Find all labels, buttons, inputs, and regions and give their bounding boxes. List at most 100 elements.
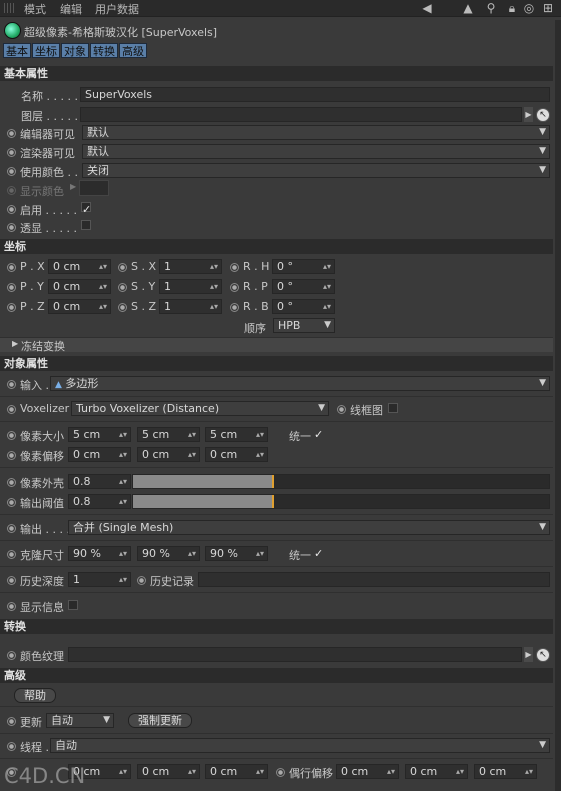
add-icon[interactable]: ⊞ — [541, 1, 555, 15]
pz-field[interactable]: 0 cm ▴▾ — [48, 299, 111, 314]
spin-arrows-icon[interactable]: ▴▾ — [456, 765, 464, 778]
shell-slider[interactable] — [132, 474, 550, 489]
voxel-size-z-field[interactable]: 5 cm ▴▾ — [205, 427, 268, 442]
rh-field[interactable]: 0 ° ▴▾ — [272, 259, 335, 274]
tab-convert[interactable]: 转换 — [90, 43, 118, 58]
layer-arrow-icon[interactable]: ▶ — [524, 107, 533, 122]
output-radio[interactable] — [7, 524, 16, 533]
thread-radio[interactable] — [7, 742, 16, 751]
px-field[interactable]: 0 cm ▴▾ — [48, 259, 111, 274]
tab-basic[interactable]: 基本 — [3, 43, 31, 58]
color-texture-radio[interactable] — [7, 651, 16, 660]
spin-arrows-icon[interactable]: ▴▾ — [210, 260, 218, 273]
sy-field[interactable]: 1 ▴▾ — [159, 279, 222, 294]
spin-arrows-icon[interactable]: ▴▾ — [119, 428, 127, 441]
texture-arrow-icon[interactable]: ▶ — [524, 647, 533, 662]
spin-arrows-icon[interactable]: ▴▾ — [188, 765, 196, 778]
odd-offset-x-field[interactable]: 0 cm ▴▾ — [336, 764, 399, 779]
clone-size-radio[interactable] — [7, 550, 16, 559]
spin-arrows-icon[interactable]: ▴▾ — [119, 495, 127, 508]
rp-field[interactable]: 0 ° ▴▾ — [272, 279, 335, 294]
xray-radio[interactable] — [7, 223, 16, 232]
input-dropdown[interactable]: ▲ 多边形 ▼ — [50, 376, 550, 391]
menu-user-data[interactable]: 用户数据 — [95, 1, 139, 17]
spin-arrows-icon[interactable]: ▴▾ — [188, 428, 196, 441]
tab-coord[interactable]: 坐标 — [32, 43, 60, 58]
render-visible-radio[interactable] — [7, 148, 16, 157]
voxel-size-radio[interactable] — [7, 431, 16, 440]
voxel-offset-x-field[interactable]: 0 cm ▴▾ — [68, 447, 131, 462]
voxelizer-dropdown[interactable]: Turbo Voxelizer (Distance) ▼ — [71, 401, 329, 416]
spin-arrows-icon[interactable]: ▴▾ — [210, 280, 218, 293]
sz-radio[interactable] — [118, 303, 127, 312]
rp-radio[interactable] — [230, 283, 239, 292]
history-depth-field[interactable]: 1 ▴▾ — [68, 572, 131, 587]
spin-arrows-icon[interactable]: ▴▾ — [210, 300, 218, 313]
voxel-offset-y-field[interactable]: 0 cm ▴▾ — [137, 447, 200, 462]
input-radio[interactable] — [7, 380, 16, 389]
layer-field[interactable] — [80, 107, 522, 122]
spin-arrows-icon[interactable]: ▴▾ — [119, 448, 127, 461]
threshold-slider[interactable] — [132, 494, 550, 509]
sy-radio[interactable] — [118, 283, 127, 292]
history-record-field[interactable] — [198, 572, 550, 587]
spin-arrows-icon[interactable]: ▴▾ — [119, 765, 127, 778]
voxel-size-x-field[interactable]: 5 cm ▴▾ — [68, 427, 131, 442]
offset-z-field[interactable]: 0 cm ▴▾ — [205, 764, 268, 779]
spin-arrows-icon[interactable]: ▴▾ — [99, 280, 107, 293]
use-color-dropdown[interactable]: 关闭 ▼ — [82, 163, 550, 178]
threshold-field[interactable]: 0.8 ▴▾ — [68, 494, 131, 509]
voxel-size-y-field[interactable]: 5 cm ▴▾ — [137, 427, 200, 442]
name-field[interactable]: SuperVoxels — [80, 87, 550, 102]
render-visible-dropdown[interactable]: 默认 ▼ — [82, 144, 550, 159]
force-update-button[interactable]: 强制更新 — [128, 713, 192, 728]
threshold-radio[interactable] — [7, 498, 16, 507]
help-button[interactable]: 帮助 — [14, 688, 56, 703]
rb-radio[interactable] — [230, 303, 239, 312]
update-dropdown[interactable]: 自动 ▼ — [46, 713, 114, 728]
spin-arrows-icon[interactable]: ▴▾ — [256, 448, 264, 461]
color-texture-field[interactable] — [68, 647, 522, 662]
threshold-slider-handle[interactable] — [272, 495, 274, 508]
clone-uniform-checkbox[interactable]: ✓ — [314, 547, 324, 559]
spin-arrows-icon[interactable]: ▴▾ — [323, 280, 331, 293]
spin-arrows-icon[interactable]: ▴▾ — [119, 573, 127, 586]
cursor-arrow-icon[interactable]: ▲ — [461, 1, 475, 15]
spin-arrows-icon[interactable]: ▴▾ — [188, 547, 196, 560]
show-info-checkbox[interactable] — [68, 600, 78, 610]
rb-field[interactable]: 0 ° ▴▾ — [272, 299, 335, 314]
py-radio[interactable] — [7, 283, 16, 292]
update-radio[interactable] — [7, 717, 16, 726]
odd-offset-z-field[interactable]: 0 cm ▴▾ — [474, 764, 537, 779]
voxel-offset-z-field[interactable]: 0 cm ▴▾ — [205, 447, 268, 462]
spin-arrows-icon[interactable]: ▴▾ — [256, 765, 264, 778]
wireframe-checkbox[interactable] — [388, 403, 398, 413]
shell-slider-handle[interactable] — [272, 475, 274, 488]
output-dropdown[interactable]: 合并 (Single Mesh) ▼ — [68, 520, 550, 535]
order-dropdown[interactable]: HPB ▼ — [273, 318, 335, 333]
use-color-radio[interactable] — [7, 167, 16, 176]
clone-size-x-field[interactable]: 90 % ▴▾ — [68, 546, 131, 561]
menu-edit[interactable]: 编辑 — [60, 1, 82, 17]
clone-size-z-field[interactable]: 90 % ▴▾ — [205, 546, 268, 561]
spin-arrows-icon[interactable]: ▴▾ — [323, 300, 331, 313]
enable-checkbox[interactable]: ✓ — [81, 202, 91, 215]
scrollbar[interactable] — [555, 20, 561, 791]
clone-size-y-field[interactable]: 90 % ▴▾ — [137, 546, 200, 561]
editor-visible-radio[interactable] — [7, 129, 16, 138]
spin-arrows-icon[interactable]: ▴▾ — [99, 260, 107, 273]
spin-arrows-icon[interactable]: ▴▾ — [99, 300, 107, 313]
layer-picker-icon[interactable]: ↖ — [536, 108, 550, 122]
pz-radio[interactable] — [7, 303, 16, 312]
search-icon[interactable]: ⚲ — [484, 1, 498, 15]
spin-arrows-icon[interactable]: ▴▾ — [256, 428, 264, 441]
odd-offset-y-field[interactable]: 0 cm ▴▾ — [405, 764, 468, 779]
shell-radio[interactable] — [7, 478, 16, 487]
enable-radio[interactable] — [7, 205, 16, 214]
spin-arrows-icon[interactable]: ▴▾ — [525, 765, 533, 778]
tab-advanced[interactable]: 高级 — [119, 43, 147, 58]
wireframe-radio[interactable] — [337, 405, 346, 414]
sx-field[interactable]: 1 ▴▾ — [159, 259, 222, 274]
offset-y-field[interactable]: 0 cm ▴▾ — [137, 764, 200, 779]
shell-field[interactable]: 0.8 ▴▾ — [68, 474, 131, 489]
